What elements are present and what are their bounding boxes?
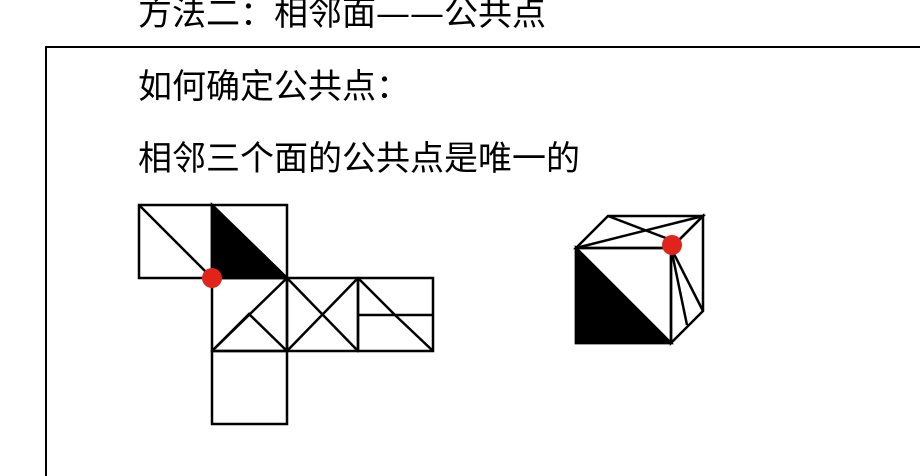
net-common-point-marker	[202, 268, 222, 288]
net-face-3-chevron	[211, 312, 288, 352]
cube-common-point-marker	[662, 235, 682, 255]
cube-3d	[572, 212, 707, 347]
cube-right-line	[669, 247, 689, 326]
net-face-6	[210, 349, 289, 426]
figures	[137, 202, 707, 426]
net-face-1-diagonal	[138, 204, 213, 279]
cube-net	[137, 202, 435, 426]
cube-top-diagonal	[575, 214, 704, 250]
net-face-5-diagonal-lower	[394, 314, 434, 352]
cube-right-diagonal	[669, 247, 705, 312]
net-face-5-diagonal-upper	[357, 277, 396, 316]
